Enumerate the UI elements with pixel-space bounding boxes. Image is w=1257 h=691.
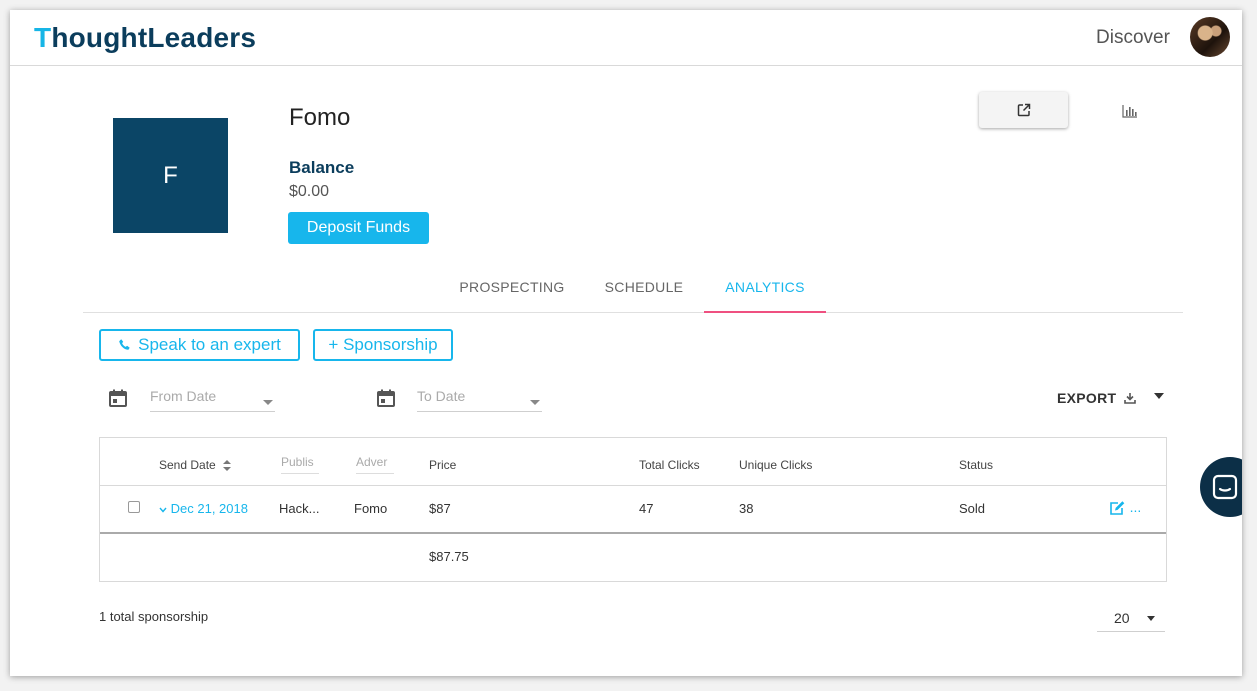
add-sponsorship-label: + Sponsorship	[328, 335, 438, 354]
edit-icon[interactable]	[1109, 501, 1126, 516]
row-actions: ...	[1109, 499, 1141, 516]
chat-widget-button[interactable]	[1200, 457, 1242, 517]
row-checkbox[interactable]	[128, 501, 140, 513]
app-window: ThoughtLeaders Discover F Fomo Balance $…	[10, 10, 1242, 676]
export-label: EXPORT	[1057, 390, 1117, 406]
phone-icon	[119, 339, 130, 350]
tab-prospecting[interactable]: PROSPECTING	[450, 272, 574, 313]
chevron-down-icon	[159, 507, 167, 513]
row-total-clicks: 47	[639, 501, 654, 516]
balance-label: Balance	[289, 158, 355, 177]
from-date-placeholder: From Date	[150, 388, 217, 404]
col-advertiser[interactable]: Adver	[356, 455, 394, 474]
top-bar: ThoughtLeaders Discover	[10, 10, 1242, 66]
logo-text: houghtLeaders	[51, 22, 257, 53]
row-send-date[interactable]: Dec 21, 2018	[159, 501, 248, 516]
page-size-select[interactable]: 20	[1097, 606, 1165, 632]
logo[interactable]: ThoughtLeaders	[34, 22, 256, 54]
speak-to-expert-label: Speak to an expert	[138, 335, 281, 354]
chat-icon	[1212, 474, 1238, 500]
row-publisher: Hack...	[279, 501, 320, 516]
add-sponsorship-button[interactable]: + Sponsorship	[313, 329, 453, 361]
col-send-date[interactable]: Send Date	[159, 458, 232, 472]
row-unique-clicks: 38	[739, 501, 754, 516]
sort-icon	[223, 460, 232, 472]
row-status: Sold	[959, 501, 986, 516]
sponsorship-table: Send Date Publis Adver Price Total Click…	[99, 437, 1167, 582]
row-send-date-text: Dec 21, 2018	[170, 501, 248, 516]
tab-schedule[interactable]: SCHEDULE	[594, 272, 694, 313]
chevron-down-icon	[263, 400, 273, 405]
chevron-down-icon	[1147, 616, 1155, 621]
to-date-input[interactable]: To Date	[417, 388, 542, 412]
org-avatar-tile: F	[113, 118, 228, 233]
export-button[interactable]: EXPORT	[1057, 390, 1137, 406]
table-row: Dec 21, 2018 Hack... Fomo $87 47 38 Sold…	[100, 486, 1166, 534]
logo-mark: T	[34, 22, 52, 53]
row-advertiser: Fomo	[354, 501, 388, 516]
col-send-date-label: Send Date	[159, 458, 216, 472]
external-link-icon	[1017, 103, 1030, 117]
calendar-icon[interactable]	[376, 388, 396, 408]
chevron-down-icon	[530, 400, 540, 405]
user-avatar[interactable]	[1190, 17, 1230, 57]
col-unique-clicks: Unique Clicks	[739, 458, 813, 472]
col-status: Status	[959, 458, 994, 472]
open-external-button[interactable]	[979, 92, 1068, 128]
deposit-funds-button[interactable]: Deposit Funds	[288, 212, 429, 244]
to-date-placeholder: To Date	[417, 388, 466, 404]
speak-to-expert-button[interactable]: Speak to an expert	[99, 329, 300, 361]
page-size-value: 20	[1114, 610, 1130, 626]
table-footer: $87.75	[100, 534, 1166, 582]
col-total-clicks: Total Clicks	[639, 458, 700, 472]
calendar-icon[interactable]	[108, 388, 128, 408]
col-price: Price	[429, 458, 457, 472]
discover-link[interactable]: Discover	[1096, 27, 1170, 49]
org-initial: F	[163, 161, 178, 189]
tab-bar: PROSPECTING SCHEDULE ANALYTICS	[83, 272, 1183, 313]
tab-analytics[interactable]: ANALYTICS	[704, 272, 826, 313]
org-name: Fomo	[289, 104, 351, 131]
table-header: Send Date Publis Adver Price Total Click…	[100, 438, 1166, 486]
export-options-dropdown[interactable]	[1154, 393, 1164, 399]
download-icon	[1124, 393, 1137, 404]
balance-value: $0.00	[289, 183, 330, 200]
row-price: $87	[429, 501, 451, 516]
col-publisher[interactable]: Publis	[281, 455, 319, 474]
from-date-input[interactable]: From Date	[150, 388, 275, 412]
total-sponsorship-count: 1 total sponsorship	[99, 609, 209, 624]
more-options-button[interactable]: ...	[1130, 499, 1142, 515]
bar-chart-icon[interactable]	[1120, 102, 1140, 120]
footer-price-total: $87.75	[429, 549, 469, 564]
